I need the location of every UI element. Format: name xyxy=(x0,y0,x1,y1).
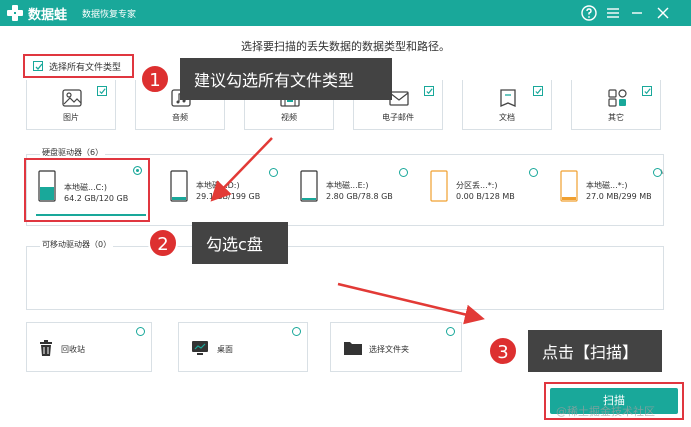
callout-3: 点击【扫描】 xyxy=(528,330,662,372)
callout-text: 点击【扫描】 xyxy=(542,343,639,362)
callout-2: 勾选c盘 xyxy=(192,222,288,264)
callout-text: 建议勾选所有文件类型 xyxy=(194,71,355,90)
watermark: @稀土掘金技术社区 xyxy=(556,405,655,418)
callout-1: 建议勾选所有文件类型 xyxy=(180,58,392,100)
callout-badge: 1 xyxy=(140,64,170,94)
arrow-2 xyxy=(210,137,273,202)
arrow-3 xyxy=(337,282,485,325)
callout-text: 勾选c盘 xyxy=(206,235,263,254)
callout-badge: 2 xyxy=(148,228,178,258)
callout-badge: 3 xyxy=(488,336,518,366)
